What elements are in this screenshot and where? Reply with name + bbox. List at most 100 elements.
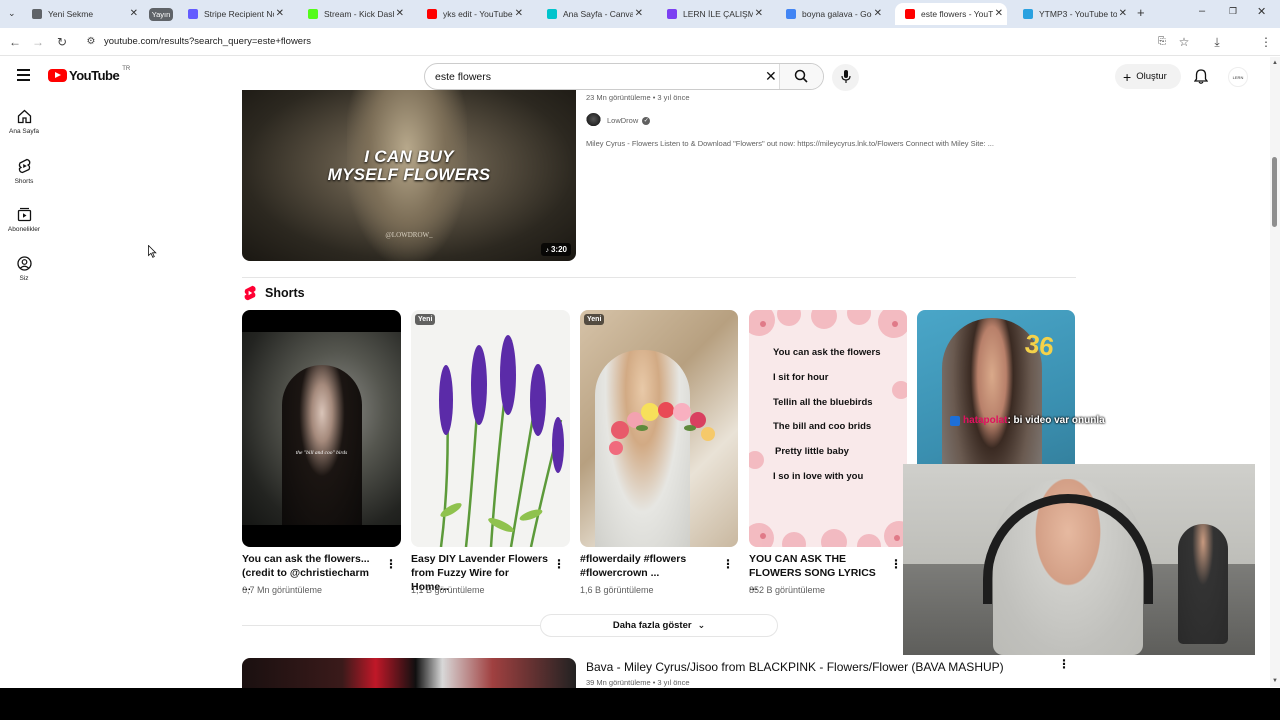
new-tab-button[interactable]: +	[1137, 5, 1145, 20]
browser-tab-1[interactable]: Yeni Sekme ✕	[22, 3, 142, 25]
browser-tab-6[interactable]: Ana Sayfa - Canva ✕	[537, 3, 647, 25]
browser-tab-4[interactable]: Stream - Kick Dashb✕	[298, 3, 408, 25]
short-menu-icon-1[interactable]: ⋮	[385, 557, 397, 571]
browser-tab-7[interactable]: LERN İLE ÇALIŞMAY✕	[657, 3, 767, 25]
duration-text: 3:20	[550, 245, 567, 254]
video-meta-top: 23 Mn görüntüleme • 3 yıl önce	[586, 93, 690, 102]
short-title-2-line1: Easy DIY Lavender Flowers	[411, 553, 548, 565]
tab-close-icon[interactable]: ✕	[396, 8, 404, 19]
tab-close-icon[interactable]: ✕	[276, 8, 284, 19]
tab-favicon-icon	[188, 9, 198, 19]
lyric-line-3: Tellin all the bluebirds	[773, 397, 873, 408]
voice-search-button[interactable]	[832, 64, 859, 91]
short-thumbnail-3[interactable]: Yeni	[580, 310, 738, 547]
address-bar[interactable]: youtube.com/results?search_query=este+fl…	[104, 36, 311, 47]
maximize-button[interactable]: ❐	[1229, 6, 1237, 17]
short-menu-icon-2[interactable]: ⋮	[553, 557, 565, 571]
sidebar-label-you: Siz	[19, 275, 29, 282]
reload-icon[interactable]: ↻	[55, 35, 69, 49]
hamburger-menu-icon[interactable]	[17, 69, 30, 81]
tab-close-icon[interactable]: ✕	[635, 8, 643, 19]
tab-close-icon[interactable]: ✕	[755, 8, 763, 19]
webcam-person-back	[1178, 524, 1228, 644]
tab-close-icon[interactable]: ✕	[995, 8, 1003, 19]
browser-menu-icon[interactable]: ⋮	[1259, 35, 1273, 49]
install-app-icon[interactable]: ⎘	[1155, 35, 1169, 49]
tab-close-icon[interactable]: ✕	[874, 8, 882, 19]
short-menu-icon-3[interactable]: ⋮	[722, 557, 734, 571]
tab-close-icon[interactable]: ✕	[515, 8, 523, 19]
short-person	[282, 365, 362, 525]
short-views-4: 852 B görüntüleme	[749, 585, 826, 595]
browser-tab-2[interactable]: Yayın	[148, 3, 174, 25]
tab-title: Yeni Sekme	[48, 9, 94, 19]
os-taskbar	[0, 688, 1280, 720]
lyric-line-5: Pretty little baby	[775, 446, 849, 457]
tab-close-icon[interactable]: ✕	[130, 8, 138, 19]
lyric-line-2: I sit for hour	[773, 372, 829, 383]
back-icon[interactable]: ←	[8, 35, 22, 49]
verified-check-icon: ✓	[642, 116, 651, 125]
bookmark-star-icon[interactable]: ☆	[1177, 35, 1191, 49]
browser-tab-8[interactable]: boyna galava - Goo ✕	[776, 3, 886, 25]
search-box[interactable]: este flowers ✕	[424, 63, 824, 90]
video-thumbnail-next[interactable]	[242, 658, 576, 688]
tab-group-label[interactable]: Yayın	[148, 7, 174, 21]
tab-title: este flowers - YouTu	[921, 9, 993, 19]
tab-favicon-icon	[308, 9, 318, 19]
site-info-icon[interactable]: ⚙	[84, 35, 98, 49]
show-more-label: Daha fazla göster	[612, 620, 692, 631]
clear-search-icon[interactable]: ✕	[765, 68, 777, 85]
webcam-overlay	[903, 464, 1255, 655]
browser-tab-5[interactable]: yks edit - YouTube ✕	[417, 3, 527, 25]
sidebar-item-you[interactable]: Siz	[0, 256, 48, 282]
tab-title: LERN İLE ÇALIŞMAY	[683, 9, 753, 19]
browser-tab-10[interactable]: YTMP3 - YouTube to ✕	[1013, 3, 1131, 25]
search-button[interactable]	[779, 64, 823, 89]
scroll-up-arrow[interactable]: ▲	[1272, 60, 1278, 66]
page-scrollbar[interactable]: ▲ ▼	[1270, 57, 1280, 687]
tab-search-icon[interactable]: ⌄	[8, 8, 16, 19]
window-close-button[interactable]: ✕	[1257, 5, 1266, 18]
forward-icon[interactable]: →	[31, 35, 45, 49]
short-thumbnail-4[interactable]: You can ask the flowers I sit for hour T…	[749, 310, 907, 547]
short-title-4-line1: YOU CAN ASK THE	[749, 553, 847, 565]
create-button[interactable]: + Oluştur	[1115, 64, 1181, 89]
video-thumbnail-top[interactable]: I CAN BUY MYSELF FLOWERS @LOWDROW_ ♪ 3:20	[242, 90, 576, 261]
short-title-3[interactable]: #flowerdaily #flowers #flowercrown ...	[580, 552, 718, 580]
minimize-button[interactable]: –	[1199, 5, 1205, 17]
home-icon	[17, 109, 31, 124]
scroll-down-arrow[interactable]: ▼	[1272, 678, 1278, 684]
short-views-2: 1,1 B görüntüleme	[411, 585, 485, 595]
browser-toolbar: ← → ↻ ⚙ youtube.com/results?search_query…	[0, 28, 1280, 76]
short-thumbnail-2[interactable]: Yeni	[411, 310, 570, 547]
search-input[interactable]: este flowers	[435, 71, 491, 83]
youtube-logo[interactable]: YouTube TR	[48, 66, 130, 83]
browser-tab-strip: ⌄ Yeni Sekme ✕ Yayın Stripe Recipient Not ✕ S…	[0, 0, 1280, 28]
tab-favicon-icon	[667, 9, 677, 19]
video-menu-icon-next[interactable]: ⋮	[1058, 657, 1070, 671]
thumbnail-caption-line2: MYSELF FLOWERS	[327, 165, 491, 184]
browser-tab-3[interactable]: Stripe Recipient Not ✕	[178, 3, 288, 25]
short-thumbnail-1[interactable]: the "bill and coo" birds	[242, 310, 401, 547]
sidebar-label-shorts: Shorts	[14, 178, 34, 185]
downloads-icon[interactable]: ⤓	[1210, 35, 1224, 49]
short-menu-icon-4[interactable]: ⋮	[890, 557, 902, 571]
channel-name[interactable]: LowDrow	[607, 116, 638, 125]
video-title-next[interactable]: Bava - Miley Cyrus/Jisoo from BLACKPINK …	[586, 660, 1004, 674]
short-caption: the "bill and coo" birds	[295, 450, 348, 456]
browser-tab-9[interactable]: este flowers - YouTu ✕	[895, 3, 1007, 25]
scrollbar-thumb[interactable]	[1272, 157, 1277, 227]
notifications-bell-icon[interactable]	[1194, 69, 1208, 84]
sidebar-item-subscriptions[interactable]: Abonelikler	[0, 207, 48, 233]
mouse-cursor-icon	[148, 245, 157, 258]
chevron-down-icon: ⌄	[697, 620, 706, 630]
account-avatar[interactable]: LERN	[1228, 67, 1248, 87]
tab-close-icon[interactable]: ✕	[1119, 8, 1127, 19]
shorts-icon	[18, 158, 30, 174]
channel-row[interactable]: LowDrow ✓	[586, 113, 651, 128]
thumbnail-caption-line1: I CAN BUY	[364, 147, 454, 166]
show-more-button[interactable]: Daha fazla göster ⌄	[540, 614, 778, 637]
sidebar-item-home[interactable]: Ana Sayfa	[0, 109, 48, 135]
sidebar-item-shorts[interactable]: Shorts	[0, 158, 48, 185]
